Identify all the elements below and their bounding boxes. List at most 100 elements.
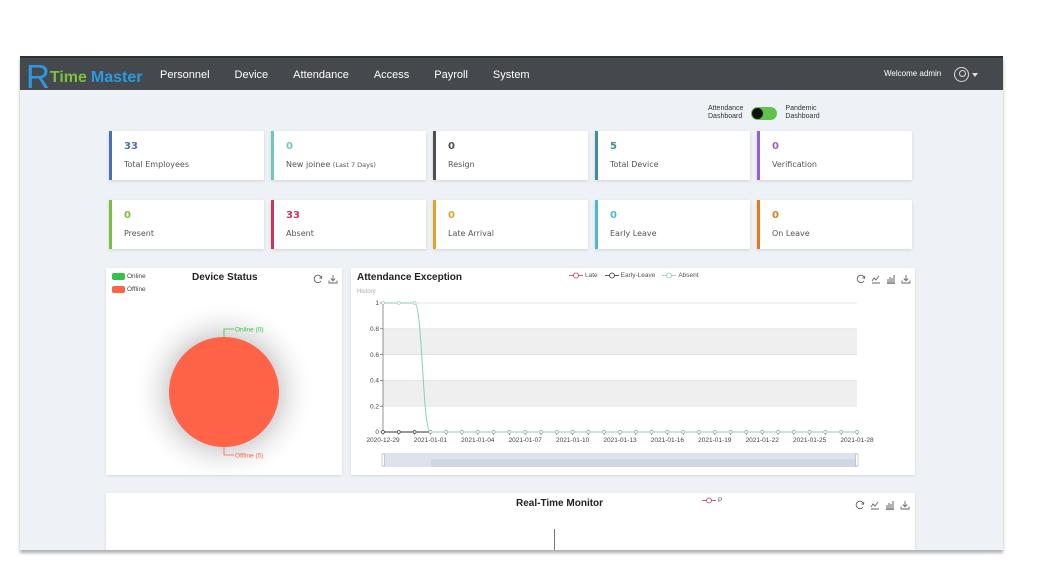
logo-master: Master bbox=[90, 69, 143, 86]
logo-time: Time bbox=[49, 69, 87, 86]
stat-value: 0 bbox=[610, 210, 617, 221]
data-zoom-handle-left[interactable] bbox=[381, 453, 385, 467]
stat-value: 0 bbox=[448, 210, 455, 221]
data-point-absent[interactable] bbox=[602, 430, 606, 434]
stat-card-absent[interactable]: 33 Absent bbox=[271, 200, 426, 249]
toggle-right-label-line2: Dashboard bbox=[785, 113, 820, 120]
data-point-absent[interactable] bbox=[649, 430, 654, 434]
nav-personnel[interactable]: Personnel bbox=[160, 69, 210, 81]
x-tick-label: 2021-01-22 bbox=[746, 437, 780, 444]
stat-label: New joinee (Last 7 Days) bbox=[286, 160, 376, 169]
data-point-absent[interactable] bbox=[807, 430, 812, 434]
data-point-absent[interactable] bbox=[381, 301, 385, 305]
data-point-absent[interactable] bbox=[634, 430, 638, 434]
x-tick-label: 2021-01-10 bbox=[556, 437, 590, 444]
x-tick-label: 2021-01-28 bbox=[840, 437, 874, 444]
nav-system[interactable]: System bbox=[493, 69, 530, 81]
x-tick-label: 2021-01-19 bbox=[698, 437, 732, 444]
nav-access[interactable]: Access bbox=[374, 69, 409, 81]
caret-down-icon[interactable] bbox=[972, 73, 978, 77]
stat-card-total-device[interactable]: 5 Total Device bbox=[595, 131, 750, 180]
data-point-absent[interactable] bbox=[744, 430, 749, 434]
data-point-absent[interactable] bbox=[523, 430, 527, 434]
data-point-absent[interactable] bbox=[460, 430, 464, 434]
nav-device[interactable]: Device bbox=[235, 69, 269, 81]
data-point-early-leave[interactable] bbox=[412, 430, 417, 434]
data-point-absent[interactable] bbox=[728, 430, 733, 434]
line-chart-icon[interactable] bbox=[870, 500, 880, 510]
data-point-absent[interactable] bbox=[823, 430, 828, 434]
stat-card-early-leave[interactable]: 0 Early Leave bbox=[595, 200, 750, 249]
data-point-absent[interactable] bbox=[428, 430, 433, 434]
toggle-switch[interactable] bbox=[751, 106, 778, 120]
stat-card-on-leave[interactable]: 0 On Leave bbox=[757, 200, 912, 249]
data-zoom-handle-right[interactable] bbox=[855, 453, 859, 467]
stat-value: 0 bbox=[124, 210, 131, 221]
pie-label-online: Online (0) bbox=[235, 327, 264, 334]
data-point-absent[interactable] bbox=[839, 430, 843, 434]
data-point-absent[interactable] bbox=[397, 301, 401, 305]
bar-chart-icon[interactable] bbox=[885, 500, 895, 510]
data-point-absent[interactable] bbox=[555, 430, 559, 434]
stat-label-text: New joinee bbox=[286, 160, 331, 169]
nav-payroll[interactable]: Payroll bbox=[434, 69, 468, 81]
data-point-absent[interactable] bbox=[618, 430, 622, 434]
series-line-absent bbox=[383, 302, 857, 433]
stat-card-resign[interactable]: 0 Resign bbox=[433, 131, 588, 180]
data-point-absent[interactable] bbox=[760, 430, 764, 434]
user-circle-icon[interactable] bbox=[954, 67, 969, 82]
grid-band bbox=[383, 328, 857, 355]
stat-label: Total Employees bbox=[124, 160, 189, 169]
realtime-monitor-panel: Real-Time Monitor P bbox=[106, 493, 915, 550]
data-point-absent[interactable] bbox=[570, 430, 575, 434]
stat-value: 0 bbox=[448, 141, 455, 152]
stat-card-total-employees[interactable]: 33 Total Employees bbox=[109, 131, 264, 180]
data-point-early-leave[interactable] bbox=[381, 430, 385, 434]
stat-value: 33 bbox=[124, 141, 138, 152]
main-nav: Personnel Device Attendance Access Payro… bbox=[160, 58, 555, 92]
stat-card-present[interactable]: 0 Present bbox=[109, 200, 264, 249]
refresh-icon[interactable] bbox=[855, 500, 865, 510]
data-point-absent[interactable] bbox=[792, 430, 796, 434]
data-point-absent[interactable] bbox=[681, 430, 685, 434]
data-point-early-leave[interactable] bbox=[397, 430, 401, 434]
toggle-knob[interactable] bbox=[752, 107, 764, 119]
stat-label-text: Resign bbox=[448, 160, 475, 169]
data-point-absent[interactable] bbox=[539, 430, 543, 434]
stat-label-text: Present bbox=[124, 229, 155, 238]
pie-label-offline: Offline (5) bbox=[235, 453, 263, 460]
stat-label: Late Arrival bbox=[448, 229, 494, 238]
toggle-left-label: Attendance Dashboard bbox=[708, 105, 743, 121]
data-point-absent[interactable] bbox=[491, 430, 496, 434]
data-point-absent[interactable] bbox=[776, 430, 780, 434]
data-point-absent[interactable] bbox=[697, 430, 701, 434]
pie-slice-offline[interactable] bbox=[169, 337, 279, 447]
toggle-right-label: Pandemic Dashboard bbox=[785, 105, 819, 121]
data-point-absent[interactable] bbox=[665, 430, 670, 434]
y-tick-label: 1 bbox=[375, 300, 379, 307]
stat-value: 33 bbox=[286, 210, 300, 221]
x-tick-label: 2021-01-13 bbox=[603, 437, 637, 444]
grid-band bbox=[383, 380, 857, 407]
realtime-legend-item[interactable]: P bbox=[702, 497, 722, 504]
realtime-axis-line bbox=[554, 529, 555, 550]
data-point-absent[interactable] bbox=[412, 301, 417, 305]
data-point-absent[interactable] bbox=[713, 430, 717, 434]
data-point-absent[interactable] bbox=[855, 430, 859, 434]
stat-card-late-arrival[interactable]: 0 Late Arrival bbox=[433, 200, 588, 249]
nav-attendance[interactable]: Attendance bbox=[293, 69, 349, 81]
stat-label-text: Verification bbox=[772, 160, 817, 169]
stat-card-verification[interactable]: 0 Verification bbox=[757, 131, 912, 180]
data-point-absent[interactable] bbox=[507, 430, 512, 434]
data-point-absent[interactable] bbox=[586, 430, 591, 434]
attendance-exception-panel: Attendance Exception Late Early-Leave Abse… bbox=[351, 268, 915, 475]
download-icon[interactable] bbox=[900, 500, 910, 510]
stat-card-new-joinee[interactable]: 0 New joinee (Last 7 Days) bbox=[271, 131, 426, 180]
data-point-absent[interactable] bbox=[444, 430, 448, 434]
realtime-toolbar bbox=[855, 500, 910, 510]
stat-label: Verification bbox=[772, 160, 817, 169]
data-point-absent[interactable] bbox=[476, 430, 480, 434]
dashboard-toggle: Attendance Dashboard Pandemic Dashboard bbox=[708, 105, 820, 121]
stat-label-text: Total Device bbox=[610, 160, 659, 169]
logo[interactable]: R Time Master bbox=[26, 58, 143, 93]
